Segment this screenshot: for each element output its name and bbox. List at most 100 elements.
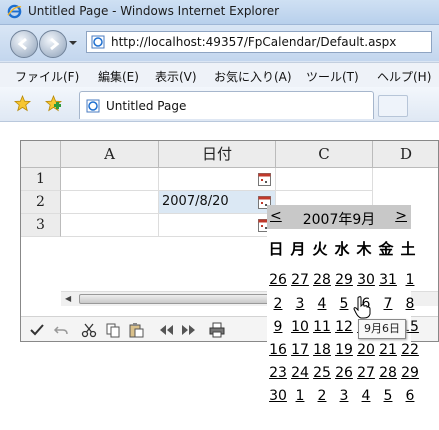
menu-view[interactable]: 表示(V) [155, 68, 197, 85]
calendar-day[interactable]: 7 [377, 296, 399, 312]
add-favorite-icon[interactable] [45, 95, 62, 112]
menu-edit[interactable]: 編集(E) [98, 68, 139, 85]
scrollbar-thumb[interactable] [79, 294, 279, 304]
calendar-day[interactable]: 12 [333, 319, 355, 335]
calendar-day[interactable]: 28 [377, 365, 399, 381]
calendar-day[interactable]: 2 [311, 388, 333, 404]
weekday-label: 金 [378, 240, 394, 258]
menu-file[interactable]: ファイル(F) [15, 68, 79, 85]
calendar-day[interactable]: 11 [311, 319, 333, 335]
calendar-day[interactable]: 1 [399, 272, 421, 288]
copy-icon[interactable] [105, 322, 121, 338]
hand-cursor-icon [353, 296, 371, 319]
cell-a1[interactable] [61, 168, 159, 191]
calendar-day[interactable]: 5 [377, 388, 399, 404]
row-header-3[interactable]: 3 [21, 214, 61, 237]
calendar-next-month[interactable]: > [395, 208, 407, 224]
weekday-label: 水 [334, 240, 350, 258]
weekday-label: 木 [356, 240, 372, 258]
calendar-day[interactable]: 25 [311, 365, 333, 381]
back-button[interactable] [10, 30, 38, 58]
calendar-day[interactable]: 17 [289, 342, 311, 358]
tab-label: Untitled Page [106, 99, 187, 113]
sheet-corner[interactable] [21, 141, 61, 168]
cell-a3[interactable] [61, 214, 159, 237]
navigation-bar: http://localhost:49357/FpCalendar/Defaul… [0, 25, 439, 61]
window-title: Untitled Page - Windows Internet Explore… [28, 4, 280, 18]
cut-icon[interactable] [81, 322, 97, 338]
calendar-day[interactable]: 27 [355, 365, 377, 381]
weekday-label: 月 [290, 240, 306, 258]
address-url: http://localhost:49357/FpCalendar/Defaul… [111, 35, 397, 49]
menu-help[interactable]: ヘルプ(H) [377, 68, 431, 85]
new-tab-button[interactable] [378, 95, 408, 117]
date-tooltip: 9月6日 [358, 319, 406, 339]
calendar-day[interactable]: 26 [333, 365, 355, 381]
forward-button[interactable] [39, 30, 67, 58]
menu-favorites[interactable]: お気に入り(A) [214, 68, 292, 85]
calendar-day[interactable]: 4 [355, 388, 377, 404]
calendar-day[interactable]: 30 [267, 388, 289, 404]
calendar-day[interactable]: 5 [333, 296, 355, 312]
page-icon [91, 35, 105, 49]
column-header-a[interactable]: A [61, 141, 159, 168]
previous-sheet-icon[interactable] [158, 322, 174, 338]
calendar-day[interactable]: 27 [289, 272, 311, 288]
calendar-month-title: 2007年9月 [302, 212, 376, 228]
calendar-day[interactable]: 10 [289, 319, 311, 335]
calendar-day[interactable]: 22 [399, 342, 421, 358]
address-bar[interactable]: http://localhost:49357/FpCalendar/Defaul… [86, 31, 432, 53]
calendar-day[interactable]: 3 [333, 388, 355, 404]
calendar-day[interactable]: 3 [289, 296, 311, 312]
calendar-day[interactable]: 21 [377, 342, 399, 358]
weekday-label: 日 [268, 240, 284, 258]
calendar-day[interactable]: 23 [267, 365, 289, 381]
tab-untitled-page[interactable]: Untitled Page [79, 91, 374, 119]
weekday-label: 土 [400, 240, 416, 258]
calendar-day[interactable]: 24 [289, 365, 311, 381]
column-header-date[interactable]: 日付 [159, 141, 276, 168]
calendar-day[interactable]: 8 [399, 296, 421, 312]
print-icon[interactable] [209, 322, 225, 338]
calendar-day[interactable]: 26 [267, 272, 289, 288]
calendar-day[interactable]: 29 [333, 272, 355, 288]
forward-arrow-icon [50, 37, 60, 51]
calendar-day[interactable]: 28 [311, 272, 333, 288]
calendar-day[interactable]: 1 [289, 388, 311, 404]
favorites-star-icon[interactable] [14, 95, 31, 112]
calendar-day[interactable]: 16 [267, 342, 289, 358]
window-title-bar: Untitled Page - Windows Internet Explore… [0, 0, 439, 25]
calendar-day[interactable]: 18 [311, 342, 333, 358]
paste-icon[interactable] [128, 322, 144, 338]
calendar-popup: < 2007年9月 > 日 月 火 水 木 金 土 26 27 28 29 30… [267, 205, 419, 410]
weekday-label: 火 [312, 240, 328, 258]
undo-icon[interactable] [53, 322, 69, 338]
column-header-c[interactable]: C [276, 141, 373, 168]
cell-c1[interactable] [276, 168, 373, 191]
column-header-d[interactable]: D [373, 141, 438, 168]
row-header-1[interactable]: 1 [21, 168, 61, 191]
scroll-left-icon[interactable]: ◀ [65, 294, 71, 303]
calendar-day[interactable]: 30 [355, 272, 377, 288]
favorites-bar: Untitled Page [0, 87, 439, 122]
page-icon [86, 99, 100, 113]
calendar-day[interactable]: 4 [311, 296, 333, 312]
ie-logo-icon [7, 4, 22, 19]
calendar-day[interactable]: 2 [267, 296, 289, 312]
calendar-button-icon[interactable] [258, 172, 271, 186]
back-arrow-icon [17, 37, 27, 51]
menu-bar: ファイル(F) 編集(E) 表示(V) お気に入り(A) ツール(T) ヘルプ(… [0, 62, 439, 88]
checkmark-icon[interactable] [29, 322, 45, 338]
row-header-2[interactable]: 2 [21, 191, 61, 214]
calendar-day[interactable]: 31 [377, 272, 399, 288]
next-sheet-icon[interactable] [181, 322, 197, 338]
calendar-day[interactable]: 29 [399, 365, 421, 381]
calendar-day[interactable]: 20 [355, 342, 377, 358]
calendar-day[interactable]: 6 [399, 388, 421, 404]
calendar-day[interactable]: 19 [333, 342, 355, 358]
calendar-day[interactable]: 9 [267, 319, 289, 335]
menu-tools[interactable]: ツール(T) [306, 68, 359, 85]
calendar-header: < 2007年9月 > [267, 205, 411, 229]
history-dropdown-icon[interactable] [68, 39, 78, 47]
cell-a2[interactable] [61, 191, 159, 214]
